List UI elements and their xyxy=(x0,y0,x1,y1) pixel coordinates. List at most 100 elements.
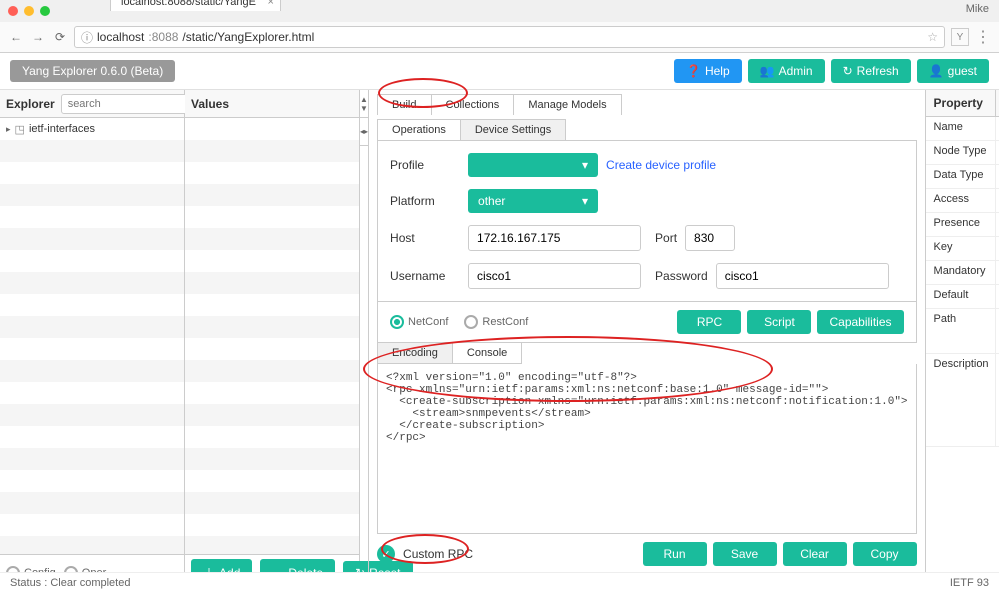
save-button[interactable]: Save xyxy=(713,542,777,566)
bookmark-icon[interactable]: ☆ xyxy=(927,30,938,44)
close-icon[interactable]: × xyxy=(268,0,274,8)
extension-icon[interactable]: Y xyxy=(951,28,969,46)
property-value xyxy=(996,261,999,284)
prop-header-key: Property xyxy=(926,90,996,116)
refresh-button[interactable]: ↻ Refresh xyxy=(831,59,911,83)
title-bar: localhost:8088/static/YangE × Mike xyxy=(0,0,999,22)
sub-tabs: Operations Device Settings xyxy=(377,119,566,141)
code-editor[interactable]: <?xml version="1.0" encoding="utf-8"?> <… xyxy=(377,364,917,534)
property-row: DescriptionStatistical data pertaining t… xyxy=(926,354,999,447)
tab-manage-models[interactable]: Manage Models xyxy=(514,95,620,115)
app-header: Yang Explorer 0.6.0 (Beta) ❓ Help 👥 Admi… xyxy=(0,53,999,90)
profile-select[interactable]: ▾ xyxy=(468,153,598,177)
module-icon: ◳ xyxy=(15,123,25,136)
platform-select[interactable]: other▾ xyxy=(468,189,598,213)
property-value: Statistical data pertaining to the NETCO… xyxy=(996,354,999,446)
property-row: Default xyxy=(926,285,999,309)
clear-button[interactable]: Clear xyxy=(783,542,847,566)
restconf-radio[interactable]: RestConf xyxy=(464,315,528,329)
url-host: localhost xyxy=(97,30,144,44)
check-icon[interactable]: ✓ xyxy=(377,545,395,563)
property-value xyxy=(996,285,999,308)
property-row: Node Typecontainer xyxy=(926,141,999,165)
tree-item[interactable]: ▸ ◳ ietf-interfaces xyxy=(0,118,184,140)
explorer-tree[interactable]: ▸ ◳ ietf-interfaces xyxy=(0,118,184,554)
help-button[interactable]: ❓ Help xyxy=(674,59,742,83)
menu-icon[interactable]: ⋮ xyxy=(975,27,991,47)
host-input[interactable] xyxy=(468,225,641,251)
url-port: :8088 xyxy=(148,30,178,44)
browser-user: Mike xyxy=(966,3,989,15)
property-row: Namestatistics xyxy=(926,117,999,141)
tab-console[interactable]: Console xyxy=(453,343,521,363)
url-path: /static/YangExplorer.html xyxy=(182,30,314,44)
property-value: ietf-netconf-monitoring/netconf-state/st… xyxy=(996,309,999,353)
values-panel: Values ＋ Add － Delete ↻ Reset xyxy=(185,90,360,590)
capabilities-button[interactable]: Capabilities xyxy=(817,310,903,334)
values-title: Values xyxy=(191,97,229,111)
explorer-panel: Explorer ▸ ◳ ietf-interfaces Config Oper xyxy=(0,90,185,590)
browser-tab[interactable]: localhost:8088/static/YangE × xyxy=(110,0,281,11)
platform-label: Platform xyxy=(390,194,460,208)
spinner-control[interactable]: ▲▼ xyxy=(360,90,368,118)
properties-panel: Property Value NamestatisticsNode Typeco… xyxy=(925,90,999,590)
tab-collections[interactable]: Collections xyxy=(432,95,515,115)
spinner-column: ▲▼ ◂▸ xyxy=(360,90,369,590)
port-input[interactable] xyxy=(685,225,735,251)
custom-rpc-label: Custom RPC xyxy=(403,547,473,561)
main-area: Explorer ▸ ◳ ietf-interfaces Config Oper… xyxy=(0,90,999,590)
info-icon: ⓘ xyxy=(81,29,93,46)
profile-label: Profile xyxy=(390,158,460,172)
url-bar[interactable]: ⓘ localhost :8088/static/YangExplorer.htm… xyxy=(74,26,945,48)
property-value: statistics xyxy=(996,117,999,140)
admin-button[interactable]: 👥 Admin xyxy=(748,59,825,83)
main-tabs: Build Collections Manage Models xyxy=(377,94,622,115)
copy-button[interactable]: Copy xyxy=(853,542,917,566)
explorer-title: Explorer xyxy=(6,97,55,111)
property-row: Data Type xyxy=(926,165,999,189)
browser-tab-title: localhost:8088/static/YangE xyxy=(121,0,256,8)
center-panel: Build Collections Manage Models Operatio… xyxy=(369,90,925,590)
run-button[interactable]: Run xyxy=(643,542,707,566)
property-key: Presence xyxy=(926,213,996,236)
nav-bar: ← → ⟳ ⓘ localhost :8088/static/YangExplor… xyxy=(0,22,999,52)
property-key: Mandatory xyxy=(926,261,996,284)
tab-operations[interactable]: Operations xyxy=(378,120,461,140)
netconf-radio[interactable]: NetConf xyxy=(390,315,448,329)
username-input[interactable] xyxy=(468,263,641,289)
tab-build[interactable]: Build xyxy=(378,95,431,115)
tab-encoding[interactable]: Encoding xyxy=(378,343,453,363)
password-label: Password xyxy=(655,269,708,283)
password-input[interactable] xyxy=(716,263,889,289)
property-row: Pathietf-netconf-monitoring/netconf-stat… xyxy=(926,309,999,354)
script-button[interactable]: Script xyxy=(747,310,811,334)
property-row: Mandatory xyxy=(926,261,999,285)
splitter-control[interactable]: ◂▸ xyxy=(360,118,368,146)
guest-button[interactable]: 👤 guest xyxy=(917,59,989,83)
property-key: Name xyxy=(926,117,996,140)
property-key: Access xyxy=(926,189,996,212)
back-icon[interactable]: ← xyxy=(8,29,24,45)
bottom-action-row: ✓ Custom RPC Run Save Clear Copy xyxy=(377,534,917,574)
reload-icon[interactable]: ⟳ xyxy=(52,29,68,45)
window-zoom-icon[interactable] xyxy=(40,6,50,16)
status-bar: Status : Clear completed IETF 93 xyxy=(0,572,999,592)
values-body xyxy=(185,118,359,554)
chevron-right-icon[interactable]: ▸ xyxy=(6,124,11,135)
app-title: Yang Explorer 0.6.0 (Beta) xyxy=(10,60,175,82)
forward-icon[interactable]: → xyxy=(30,29,46,45)
output-tabs: Encoding Console xyxy=(377,343,522,364)
traffic-lights xyxy=(8,6,50,16)
property-value xyxy=(996,165,999,188)
tab-device-settings[interactable]: Device Settings xyxy=(461,120,565,140)
window-minimize-icon[interactable] xyxy=(24,6,34,16)
rpc-button[interactable]: RPC xyxy=(677,310,741,334)
browser-chrome: localhost:8088/static/YangE × Mike ← → ⟳… xyxy=(0,0,999,53)
property-key: Data Type xyxy=(926,165,996,188)
property-key: Key xyxy=(926,237,996,260)
property-row: Key xyxy=(926,237,999,261)
property-key: Path xyxy=(926,309,996,353)
explorer-header: Explorer xyxy=(0,90,184,118)
window-close-icon[interactable] xyxy=(8,6,18,16)
create-profile-link[interactable]: Create device profile xyxy=(606,158,716,172)
